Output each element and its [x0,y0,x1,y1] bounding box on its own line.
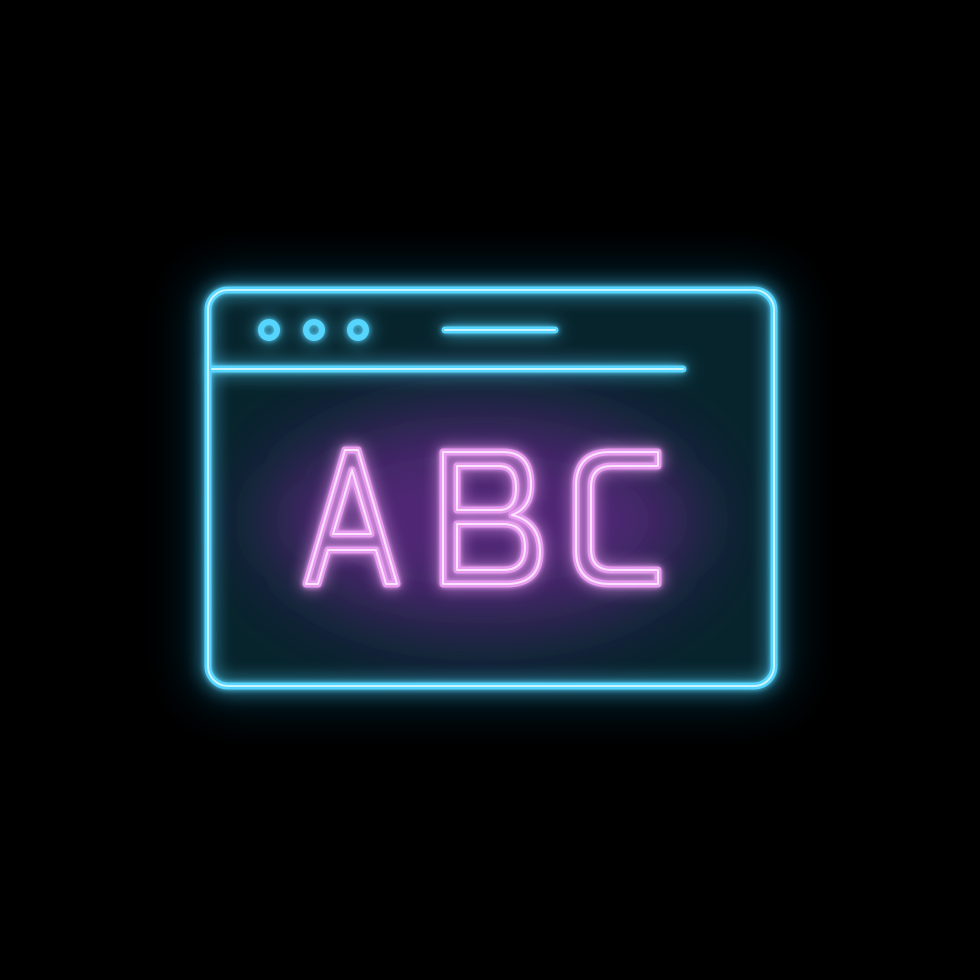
text-haze [267,415,697,625]
neon-browser-illustration [192,274,790,702]
